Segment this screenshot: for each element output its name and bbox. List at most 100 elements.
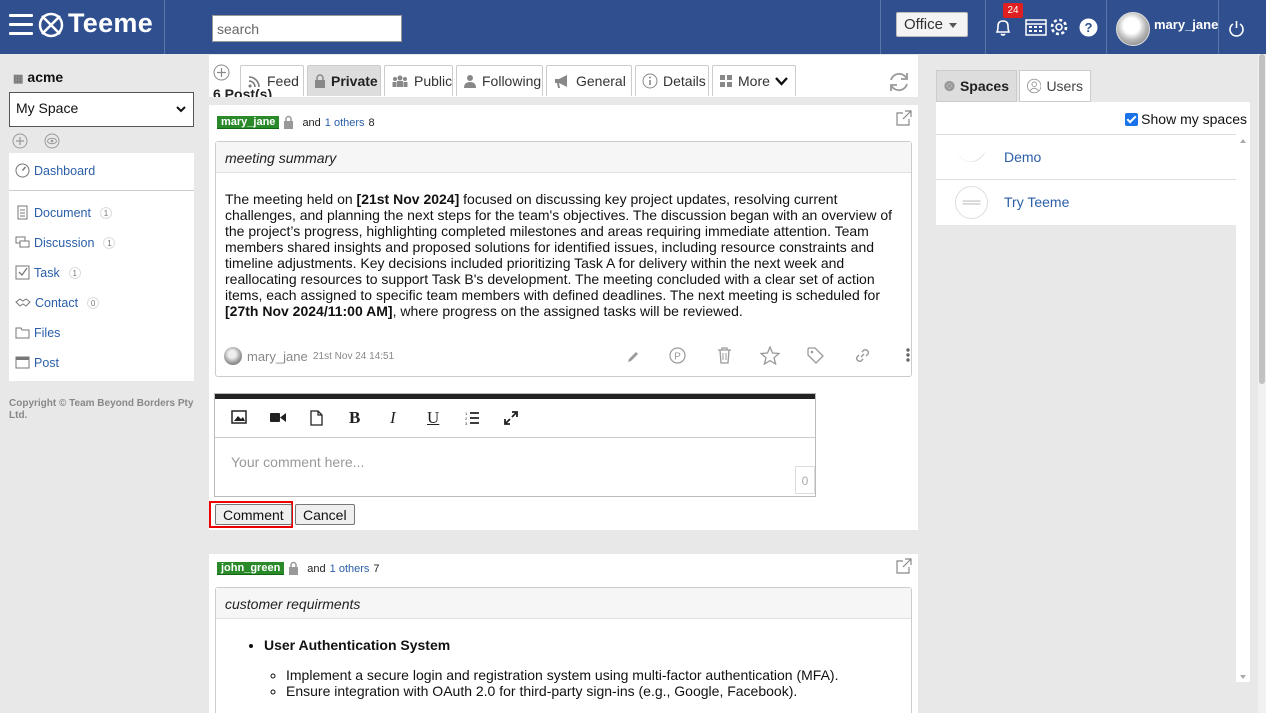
- spaces-scrollbar[interactable]: [1236, 136, 1250, 682]
- sub-list: Implement a secure login and registratio…: [286, 667, 838, 699]
- sidebar-item-contact[interactable]: Contact 0: [15, 295, 100, 310]
- list-item: Ensure integration with OAuth 2.0 for th…: [286, 683, 838, 699]
- user-avatar[interactable]: [1116, 12, 1150, 46]
- open-external-icon[interactable]: [896, 558, 912, 574]
- numbered-list-icon[interactable]: 123: [465, 411, 480, 425]
- text-segment: , where progress on the assigned tasks w…: [392, 303, 743, 319]
- tab-following[interactable]: Following: [456, 65, 543, 96]
- spaces-panel: Show my spaces Demo Try Teeme: [936, 102, 1250, 225]
- tab-more[interactable]: More: [712, 65, 796, 96]
- top-bar: Teeme Office 24 ? mary_jane: [0, 0, 1266, 54]
- lock-icon: [289, 561, 299, 575]
- app-logo-text[interactable]: Teeme: [68, 8, 153, 39]
- fullscreen-icon[interactable]: [504, 411, 518, 425]
- caret-down-icon: [949, 23, 957, 28]
- help-icon[interactable]: ?: [1079, 18, 1098, 37]
- page-scrollbar[interactable]: [1258, 54, 1266, 713]
- bold-icon[interactable]: B: [349, 408, 360, 428]
- space-name[interactable]: Try Teeme: [1004, 194, 1069, 210]
- refresh-icon[interactable]: [887, 70, 911, 94]
- edit-icon[interactable]: [626, 350, 640, 364]
- svg-text:3: 3: [465, 421, 468, 425]
- comment-editor: B I U 123 Your comment here... 0: [214, 393, 816, 497]
- sidebar-item-task[interactable]: Task 1: [15, 265, 81, 280]
- user-follow-icon: [464, 74, 476, 88]
- editor-toolbar: B I U 123: [215, 399, 815, 438]
- trash-icon[interactable]: [717, 347, 732, 364]
- comment-button[interactable]: Comment: [215, 504, 292, 525]
- scrollbar-thumb[interactable]: [1259, 54, 1265, 384]
- tab-label: Users: [1046, 78, 1083, 94]
- megaphone-icon: [555, 74, 567, 88]
- chevron-down-icon: [775, 77, 788, 86]
- svg-text:P: P: [674, 352, 681, 363]
- space-name[interactable]: Demo: [1004, 149, 1041, 165]
- add-circle-icon[interactable]: [213, 64, 230, 81]
- video-icon[interactable]: [270, 412, 286, 423]
- add-circle-icon[interactable]: [12, 133, 28, 149]
- tab-spaces[interactable]: Spaces: [936, 70, 1017, 102]
- open-external-icon[interactable]: [896, 110, 912, 126]
- sidebar-item-document[interactable]: Document 1: [15, 205, 112, 220]
- tab-details[interactable]: Details: [635, 65, 709, 96]
- document-icon: [17, 205, 28, 220]
- calendar-icon[interactable]: [1025, 18, 1047, 36]
- list-item: User Authentication System Implement a s…: [264, 637, 838, 699]
- divider: [880, 0, 881, 54]
- cancel-button[interactable]: Cancel: [295, 504, 355, 525]
- space-actions: [12, 133, 60, 152]
- file-icon[interactable]: [310, 410, 323, 426]
- requirements-list: User Authentication System Implement a s…: [264, 637, 838, 699]
- workspace-label: Office: [904, 16, 943, 33]
- others-link[interactable]: 1 others: [325, 117, 365, 129]
- post-header: mary_jane and 1 others 8: [217, 115, 375, 130]
- bell-icon[interactable]: [993, 18, 1013, 38]
- count-badge: 1: [68, 266, 81, 279]
- space-item-demo[interactable]: Demo: [936, 134, 1236, 179]
- space-item-try-teeme[interactable]: Try Teeme: [936, 179, 1236, 224]
- tab-users[interactable]: Users: [1019, 70, 1091, 102]
- tab-public[interactable]: Public: [384, 65, 453, 96]
- and-text: and: [307, 562, 326, 575]
- scroll-up-icon[interactable]: [1239, 138, 1247, 144]
- divider: [164, 0, 165, 54]
- show-my-spaces-checkbox[interactable]: Show my spaces: [1125, 111, 1247, 127]
- sidebar-item-files[interactable]: Files: [15, 325, 60, 340]
- spaces-icon: [944, 80, 955, 92]
- count-badge: 0: [87, 296, 100, 309]
- scroll-down-icon[interactable]: [1239, 674, 1247, 680]
- search-input[interactable]: [212, 15, 402, 42]
- gear-icon[interactable]: [1049, 17, 1069, 37]
- svg-text:?: ?: [1085, 20, 1093, 35]
- text-segment: focused on discussing key project update…: [225, 191, 893, 303]
- workspace-dropdown[interactable]: Office: [896, 12, 968, 37]
- more-vertical-icon[interactable]: [906, 347, 910, 363]
- tab-general[interactable]: General: [546, 65, 632, 96]
- sidebar-item-label: Discussion: [34, 235, 95, 250]
- menu-icon[interactable]: [9, 14, 33, 36]
- publish-icon[interactable]: P: [669, 347, 686, 364]
- tab-label: Following: [482, 73, 542, 89]
- user-tag[interactable]: mary_jane: [217, 116, 280, 129]
- others-link[interactable]: 1 others: [330, 563, 370, 575]
- power-icon[interactable]: [1228, 20, 1245, 38]
- tab-private[interactable]: Private: [307, 65, 381, 96]
- link-icon[interactable]: [854, 347, 871, 364]
- italic-icon[interactable]: I: [390, 408, 396, 428]
- list-item: Implement a secure login and registratio…: [286, 667, 838, 683]
- sidebar-item-post[interactable]: Post: [15, 355, 59, 370]
- star-icon[interactable]: [760, 346, 780, 365]
- eye-icon[interactable]: [44, 133, 60, 149]
- sidebar-item-dashboard[interactable]: Dashboard: [15, 163, 95, 178]
- teeme-logo-icon: [38, 12, 64, 38]
- tag-icon[interactable]: [807, 347, 824, 364]
- sidebar-item-label: Files: [34, 325, 61, 340]
- user-name[interactable]: mary_jane: [1154, 17, 1218, 32]
- comment-textarea[interactable]: Your comment here... 0: [215, 439, 815, 496]
- underline-icon[interactable]: U: [427, 408, 439, 428]
- image-icon[interactable]: [231, 410, 247, 424]
- sidebar-item-discussion[interactable]: Discussion 1: [15, 235, 116, 250]
- user-tag[interactable]: john_green: [217, 562, 285, 575]
- space-select[interactable]: My Space: [9, 92, 194, 127]
- date-bold: [21st Nov 2024]: [356, 191, 460, 207]
